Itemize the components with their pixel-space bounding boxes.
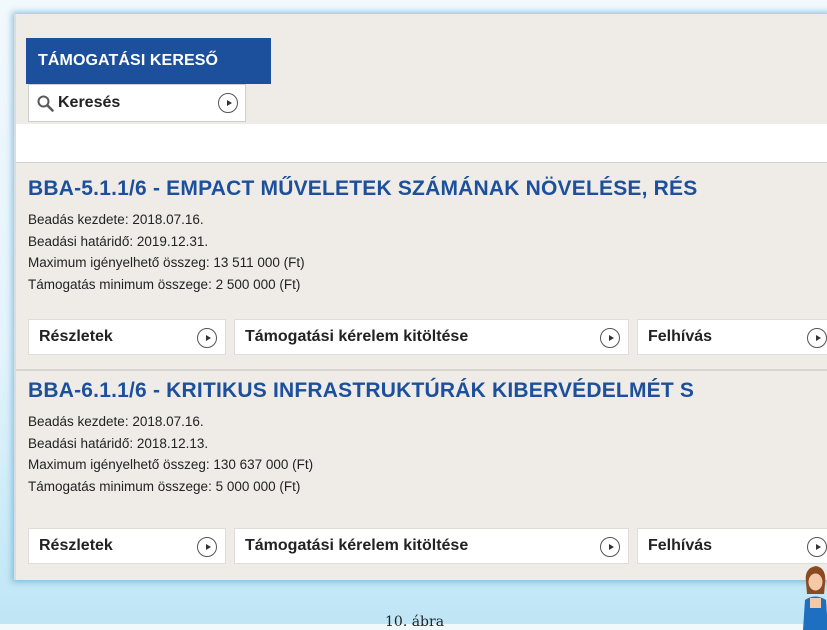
deadline: Beadási határidő: 2018.12.13. (28, 435, 209, 451)
circle-play-icon (600, 328, 620, 348)
circle-play-icon (600, 537, 620, 557)
deadline: Beadási határidő: 2019.12.31. (28, 233, 209, 249)
application-form-button[interactable]: Támogatási kérelem kitöltése (234, 319, 629, 355)
top-bar: TÁMOGATÁSI KERESŐ Keresés (16, 14, 827, 124)
circle-play-icon (197, 328, 217, 348)
result-info: Beadás kezdete: 2018.07.16. Beadási hatá… (28, 411, 313, 497)
result-actions: Részletek Támogatási kérelem kitöltése F… (28, 319, 827, 355)
search-icon (37, 95, 54, 112)
result-title[interactable]: BBA-5.1.1/6 - EMPACT MŰVELETEK SZÁMÁNAK … (28, 177, 697, 201)
min-amount: Támogatás minimum összege: 5 000 000 (Ft… (28, 478, 301, 494)
result-info: Beadás kezdete: 2018.07.16. Beadási hatá… (28, 209, 305, 295)
circle-play-icon (197, 537, 217, 557)
call-button[interactable]: Felhívás (637, 528, 827, 564)
result-item: BBA-5.1.1/6 - EMPACT MŰVELETEK SZÁMÁNAK … (16, 163, 827, 371)
max-amount: Maximum igényelhető összeg: 130 637 000 … (28, 457, 314, 472)
search-label: Keresés (58, 94, 121, 111)
result-actions: Részletek Támogatási kérelem kitöltése F… (28, 528, 827, 564)
call-label: Felhívás (648, 328, 713, 345)
call-label: Felhívás (648, 537, 713, 554)
mascot-figure-icon (803, 566, 827, 630)
min-amount: Támogatás minimum összege: 2 500 000 (Ft… (28, 276, 301, 292)
figure-caption: 10. ábra (385, 614, 445, 630)
application-form-label: Támogatási kérelem kitöltése (245, 537, 469, 554)
circle-play-icon (807, 537, 827, 557)
search-go-icon[interactable] (218, 93, 238, 113)
details-label: Részletek (39, 328, 113, 345)
result-title[interactable]: BBA-6.1.1/6 - KRITIKUS INFRASTRUKTÚRÁK K… (28, 379, 694, 403)
details-button[interactable]: Részletek (28, 319, 226, 355)
brand-header[interactable]: TÁMOGATÁSI KERESŐ (26, 38, 271, 84)
filter-strip (16, 124, 827, 163)
circle-play-icon (807, 328, 827, 348)
application-form-button[interactable]: Támogatási kérelem kitöltése (234, 528, 629, 564)
start-date: Beadás kezdete: 2018.07.16. (28, 414, 204, 429)
app-frame: TÁMOGATÁSI KERESŐ Keresés BBA-5.1.1/6 - … (14, 14, 827, 580)
search-box[interactable]: Keresés (28, 84, 246, 122)
start-date: Beadás kezdete: 2018.07.16. (28, 212, 204, 227)
details-label: Részletek (39, 537, 113, 554)
application-form-label: Támogatási kérelem kitöltése (245, 328, 469, 345)
details-button[interactable]: Részletek (28, 528, 226, 564)
call-button[interactable]: Felhívás (637, 319, 827, 355)
max-amount: Maximum igényelhető összeg: 13 511 000 (… (28, 255, 305, 270)
result-item: BBA-6.1.1/6 - KRITIKUS INFRASTRUKTÚRÁK K… (16, 371, 827, 579)
